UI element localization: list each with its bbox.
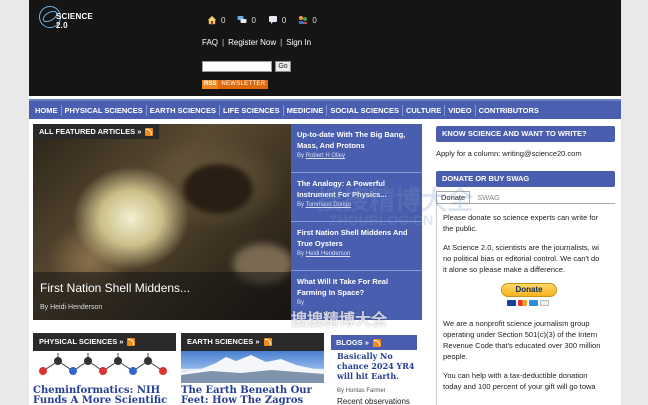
main-nav: HOME PHYSICAL SCIENCES EARTH SCIENCES LI…: [29, 99, 621, 119]
side-story-title[interactable]: Up-to-date With The Big Bang, Mass, And …: [297, 129, 416, 151]
home-count: 0: [221, 15, 226, 25]
messages-count: 0: [251, 15, 256, 25]
site-logo[interactable]: SCIENCE 2.0: [37, 4, 107, 32]
molecule-graphic: [39, 353, 167, 375]
nav-social-sciences[interactable]: SOCIAL SCIENCES: [327, 106, 402, 115]
messages-icon[interactable]: [237, 15, 247, 25]
tab-swag[interactable]: SWAG: [472, 191, 505, 203]
featured-author: By Heidi Henderson: [40, 304, 103, 311]
featured-label-text: ALL FEATURED ARTICLES »: [39, 127, 142, 136]
discover-icon: [540, 300, 549, 306]
write-heading: KNOW SCIENCE AND WANT TO WRITE?: [436, 126, 615, 142]
side-story[interactable]: Up-to-date With The Big Bang, Mass, And …: [291, 124, 422, 173]
earth-sciences-title[interactable]: The Earth Beneath Our Feet: How The Zagro…: [181, 386, 312, 405]
tab-donate[interactable]: Donate: [436, 191, 471, 203]
blogs-heading[interactable]: BLOGS »: [331, 335, 417, 350]
users-icon[interactable]: [298, 15, 308, 25]
watermark-small-domain: ZHOUBLOG.CN: [329, 325, 389, 334]
physical-sciences-heading[interactable]: PHYSICAL SCIENCES »: [33, 333, 176, 351]
side-story-author[interactable]: Heidi Henderson: [306, 251, 351, 257]
search-input[interactable]: [202, 61, 272, 72]
donate-panel: Please donate so science experts can wri…: [436, 204, 621, 405]
mastercard-icon: [518, 300, 527, 306]
mountain-graphic: [181, 355, 324, 383]
donate-button[interactable]: Donate: [501, 283, 557, 297]
donate-heading: DONATE OR BUY SWAG: [436, 171, 615, 187]
featured-caption: First Nation Shell Middens... By Heidi H…: [33, 272, 291, 320]
write-text: Apply for a column: writing@science20.co…: [436, 149, 582, 158]
featured-title[interactable]: First Nation Shell Middens...: [40, 281, 284, 295]
amex-icon: [529, 300, 538, 306]
side-story-title[interactable]: What Will It Take For Real Farming In Sp…: [297, 276, 416, 298]
home-icon[interactable]: [207, 15, 217, 25]
physical-sciences-image[interactable]: [33, 351, 176, 383]
comments-count: 0: [281, 15, 287, 25]
search-go-button[interactable]: Go: [275, 61, 291, 72]
nav-life-sciences[interactable]: LIFE SCIENCES: [220, 106, 283, 115]
register-link[interactable]: Register Now: [228, 38, 276, 47]
comments-icon[interactable]: [268, 15, 278, 25]
payment-cards: [507, 300, 551, 306]
blog-snippet: Recent observations: [337, 397, 410, 405]
side-story-title[interactable]: The Analogy: A Powerful Instrument For P…: [297, 178, 416, 200]
site-header: SCIENCE 2.0 0 0 0 0 FAQ | Register Now | Sig…: [29, 0, 621, 96]
account-links: FAQ | Register Now | Sign In: [202, 38, 312, 47]
side-story[interactable]: The Analogy: A Powerful Instrument For P…: [291, 173, 422, 222]
rss-label: RSS: [202, 80, 219, 89]
side-story-author[interactable]: Robert H Olley: [306, 153, 345, 159]
earth-sciences-heading[interactable]: EARTH SCIENCES »: [181, 333, 324, 351]
sign-in-link[interactable]: Sign In: [286, 38, 311, 47]
donate-tabs: Donate SWAG: [436, 191, 615, 204]
blog-title[interactable]: Basically No chance 2024 YR4 will hit Ea…: [337, 351, 421, 381]
side-story[interactable]: First Nation Shell Middens And True Oyst…: [291, 222, 422, 271]
nav-video[interactable]: VIDEO: [445, 106, 474, 115]
earth-sciences-image[interactable]: [181, 351, 324, 383]
header-icon-bar: 0 0 0 0: [207, 13, 329, 27]
logo-text: SCIENCE 2.0: [56, 12, 93, 30]
page: SCIENCE 2.0 0 0 0 0 FAQ | Register Now | Sig…: [29, 0, 621, 405]
rss-icon[interactable]: [145, 127, 154, 136]
side-story-author[interactable]: Tommaso Dorigo: [306, 202, 351, 208]
rss-icon[interactable]: [127, 338, 136, 346]
nav-earth-sciences[interactable]: EARTH SCIENCES: [147, 106, 219, 115]
rss-icon[interactable]: [372, 338, 381, 347]
nav-culture[interactable]: CULTURE: [403, 106, 444, 115]
blog-author: By Hontas Farmer: [337, 388, 386, 394]
rss-icon[interactable]: [263, 338, 272, 346]
all-featured-articles-link[interactable]: ALL FEATURED ARTICLES »: [33, 124, 160, 139]
newsletter-button[interactable]: RSS NEWSLETTER: [202, 80, 269, 89]
nav-medicine[interactable]: MEDICINE: [284, 106, 327, 115]
visa-icon: [507, 300, 516, 306]
nav-physical-sciences[interactable]: PHYSICAL SCIENCES: [62, 106, 146, 115]
faq-link[interactable]: FAQ: [202, 38, 218, 47]
side-story[interactable]: What Will It Take For Real Farming In Sp…: [291, 271, 422, 320]
nav-home[interactable]: HOME: [32, 106, 61, 115]
featured-side-list: Up-to-date With The Big Bang, Mass, And …: [291, 124, 422, 320]
side-story-title[interactable]: First Nation Shell Middens And True Oyst…: [297, 227, 416, 249]
physical-sciences-title[interactable]: Cheminformatics: NIH Funds A More Scienti…: [33, 386, 167, 405]
nav-contributors[interactable]: CONTRIBUTORS: [476, 106, 542, 115]
featured-article-image[interactable]: ALL FEATURED ARTICLES » First Nation She…: [33, 124, 291, 320]
newsletter-label: NEWSLETTER: [218, 80, 269, 89]
users-count: 0: [312, 15, 317, 25]
